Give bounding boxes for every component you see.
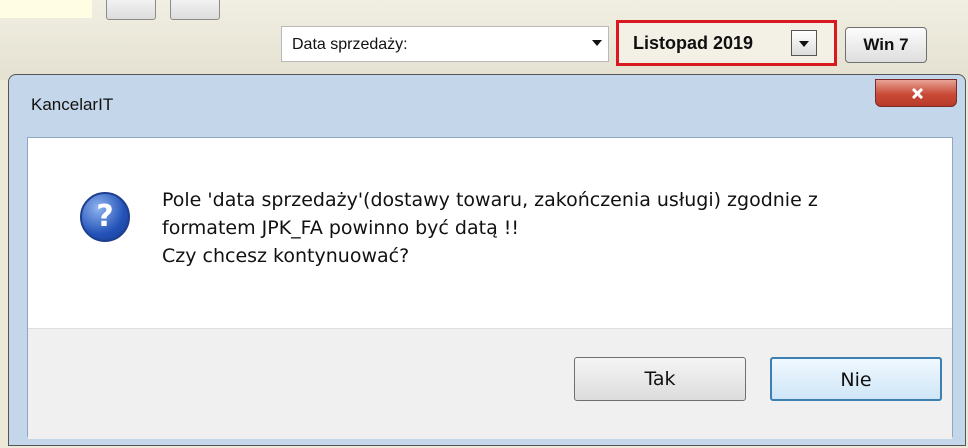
sale-date-dropdown-label: Data sprzedaży:: [292, 36, 408, 53]
yes-button[interactable]: Tak: [574, 357, 746, 401]
background-button-2[interactable]: [170, 0, 220, 20]
background-app-toolbar: Data sprzedaży: Listopad 2019 Win 7: [0, 0, 968, 80]
close-button[interactable]: [875, 79, 957, 107]
dialog-content: ? Pole 'data sprzedaży'(dostawy towaru, …: [28, 138, 952, 328]
dialog-button-bar: Tak Nie: [28, 328, 952, 439]
background-field: [0, 0, 92, 18]
message-line-2: formatem JPK_FA powinno być datą !!: [162, 217, 519, 239]
win7-button[interactable]: Win 7: [845, 27, 927, 63]
no-button[interactable]: Nie: [770, 357, 942, 401]
message-line-3: Czy chcesz kontynuować?: [162, 245, 410, 267]
message-line-1: Pole 'data sprzedaży'(dostawy towaru, za…: [162, 189, 818, 211]
dialog-client-area: ? Pole 'data sprzedaży'(dostawy towaru, …: [27, 137, 953, 439]
background-button-1[interactable]: [106, 0, 156, 20]
dialog-title: KancelarIT: [31, 95, 114, 114]
sale-date-dropdown[interactable]: Data sprzedaży:: [281, 26, 609, 62]
dialog-message: Pole 'data sprzedaży'(dostawy towaru, za…: [162, 186, 922, 270]
month-dropdown[interactable]: Listopad 2019: [616, 20, 837, 66]
month-dropdown-value: Listopad 2019: [633, 33, 754, 53]
month-dropdown-chevron-down-icon[interactable]: [791, 30, 817, 56]
message-dialog: KancelarIT ? Pole 'data sprzedaży'(dosta…: [8, 74, 966, 446]
chevron-down-icon: [592, 40, 602, 46]
question-icon: ?: [80, 192, 130, 242]
